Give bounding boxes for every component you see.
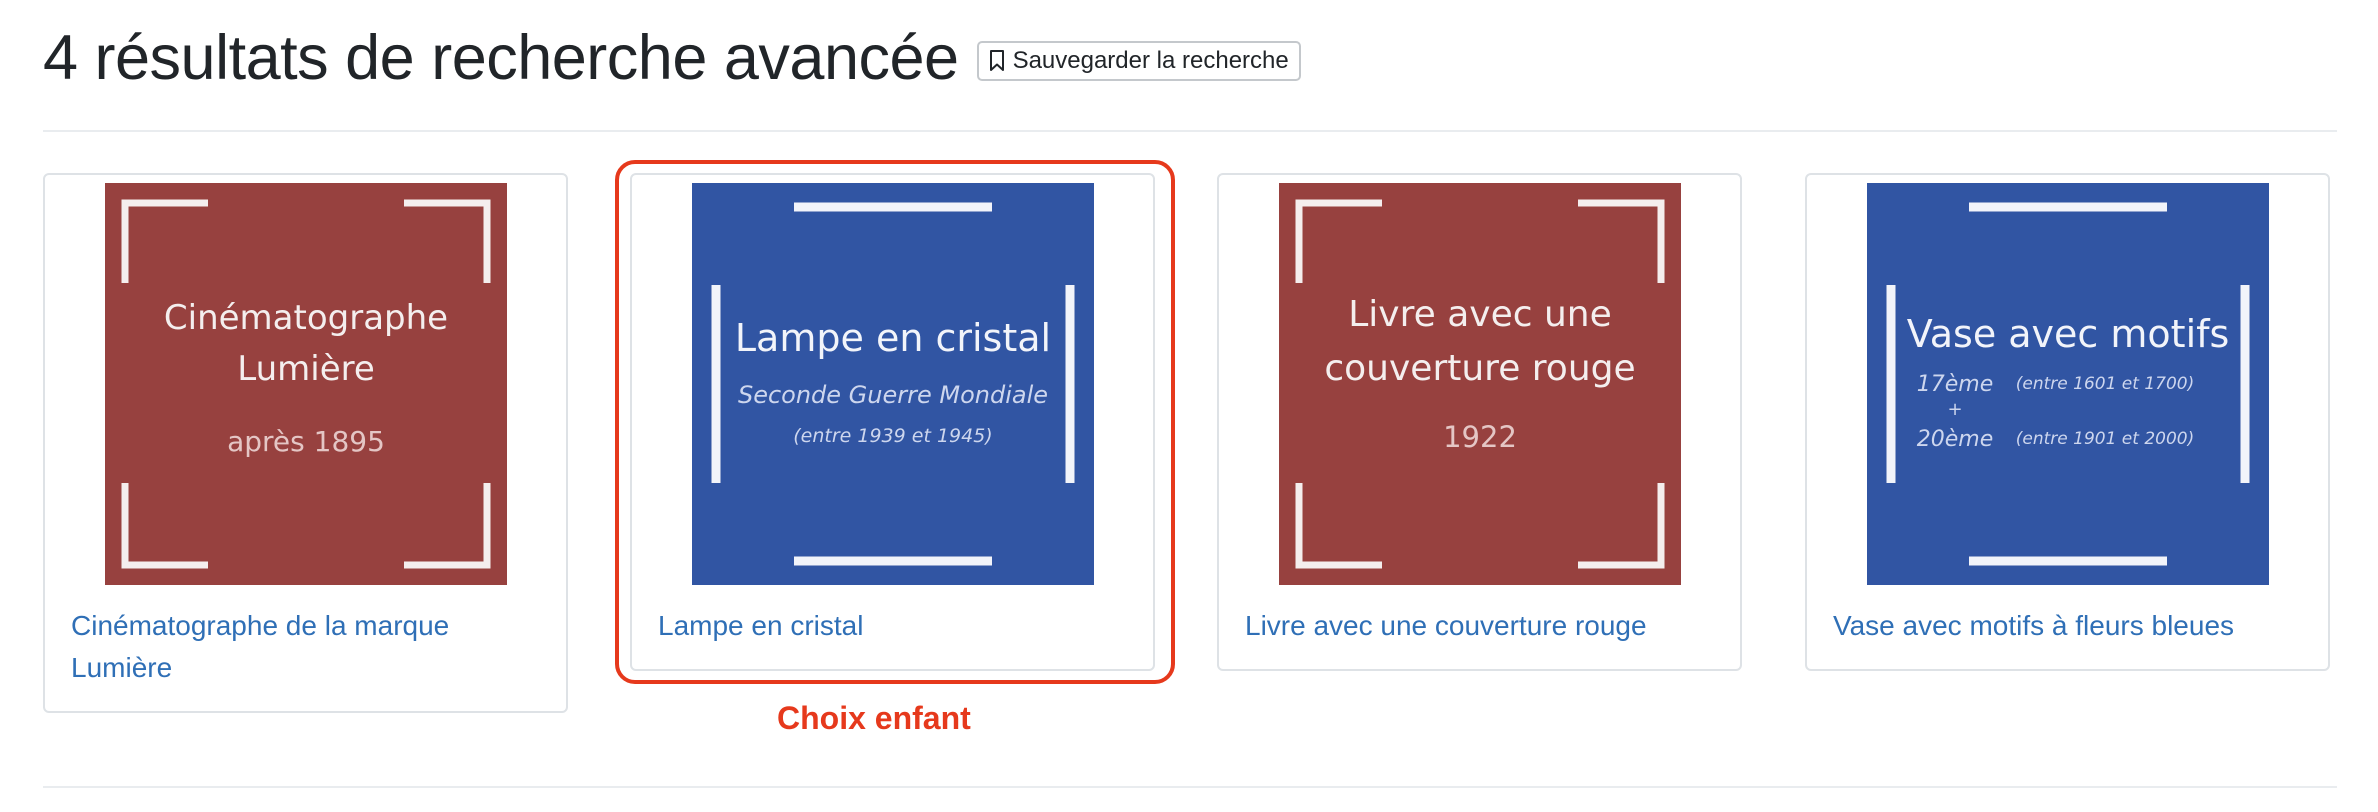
thumb-period-2: 20ème [1916, 427, 1993, 452]
thumb-range-2: (entre 1901 et 2000) [2015, 429, 2193, 449]
footer-divider [43, 786, 2337, 788]
thumb-plus: + [1947, 399, 1962, 420]
result-title-link[interactable]: Livre avec une couverture rouge [1245, 605, 1714, 647]
thumb-period-1: 17ème [1916, 372, 1993, 397]
page-title: 4 résultats de recherche avancée [43, 23, 959, 93]
result-thumbnail[interactable]: Vase avec motifs 17ème (entre 1601 et 17… [1866, 183, 2269, 585]
annotation-label: Choix enfant [777, 700, 971, 736]
thumb-line1: Vase avec motifs [1906, 312, 2229, 356]
selection-highlight [615, 160, 1175, 684]
thumb-line2: Lumière [237, 349, 375, 389]
bookmark-icon [989, 50, 1004, 71]
result-card: Cinématographe Lumière après 1895 Cinéma… [43, 173, 568, 713]
result-title-link[interactable]: Vase avec motifs à fleurs bleues [1833, 605, 2302, 647]
result-card: Vase avec motifs 17ème (entre 1601 et 17… [1805, 173, 2330, 671]
thumb-date: 1922 [1443, 420, 1517, 454]
header-divider [43, 130, 2337, 132]
thumb-line1: Cinématographe [163, 298, 447, 338]
result-thumbnail[interactable]: Livre avec une couverture rouge 1922 [1278, 183, 1681, 585]
result-title-link[interactable]: Cinématographe de la marque Lumière [71, 605, 540, 689]
results-header: 4 résultats de recherche avancée Sauvega… [43, 18, 1301, 98]
thumb-range-1: (entre 1601 et 1700) [2015, 374, 2193, 394]
result-card: Livre avec une couverture rouge 1922 Liv… [1217, 173, 1742, 671]
thumb-line2: couverture rouge [1324, 348, 1635, 389]
save-search-label: Sauvegarder la recherche [1012, 47, 1289, 74]
thumb-line1: Livre avec une [1348, 294, 1612, 335]
save-search-button[interactable]: Sauvegarder la recherche [976, 41, 1301, 81]
thumb-date: après 1895 [227, 425, 385, 458]
result-thumbnail[interactable]: Cinématographe Lumière après 1895 [104, 183, 507, 585]
